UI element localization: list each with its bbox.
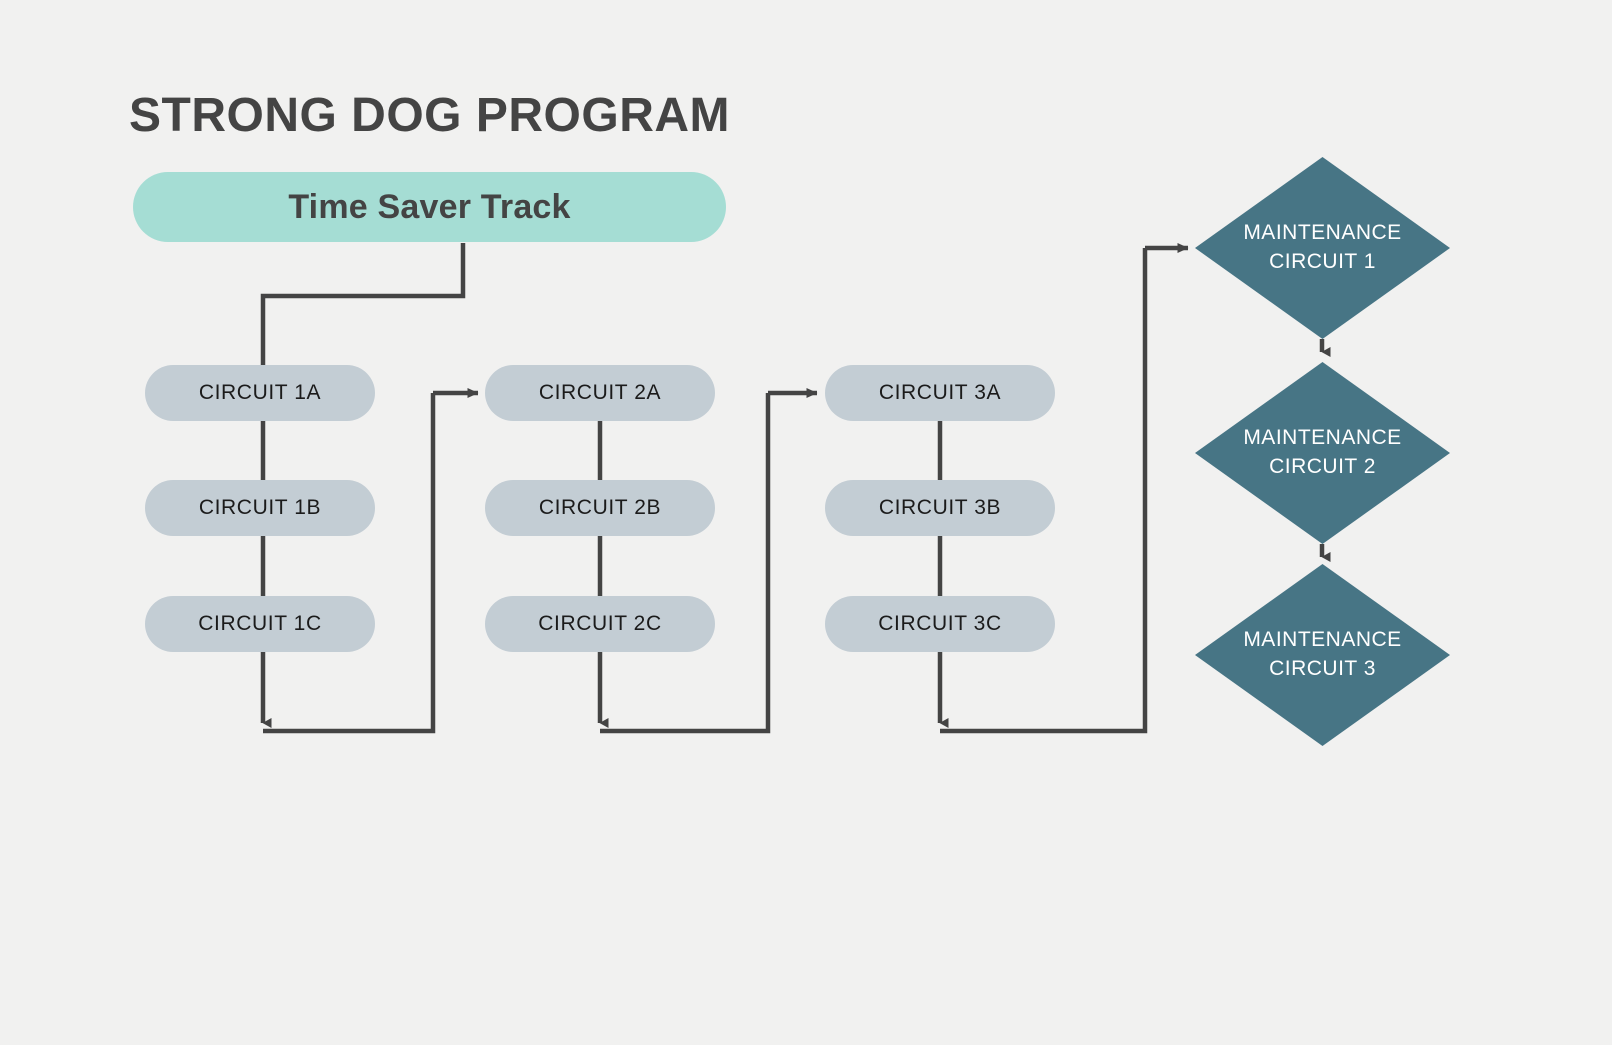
circuit-node-3c[interactable]: CIRCUIT 3C — [825, 596, 1055, 652]
circuit-node-2a[interactable]: CIRCUIT 2A — [485, 365, 715, 421]
maintenance-label-line2: CIRCUIT 1 — [1269, 250, 1376, 273]
connector-col2-to-col3-riser — [600, 393, 771, 734]
circuit-node-label: CIRCUIT 2A — [538, 381, 662, 404]
circuit-node-label: CIRCUIT 1C — [198, 612, 322, 635]
time-saver-track-label: Time Saver Track — [288, 187, 571, 226]
circuit-node-1b[interactable]: CIRCUIT 1B — [145, 480, 375, 536]
maintenance-label-line2: CIRCUIT 2 — [1269, 455, 1376, 478]
circuit-node-3a[interactable]: CIRCUIT 3A — [825, 365, 1055, 421]
circuit-node-label: CIRCUIT 2B — [538, 496, 662, 519]
time-saver-track-pill[interactable]: Time Saver Track — [133, 172, 726, 242]
circuit-node-1c[interactable]: CIRCUIT 1C — [145, 596, 375, 652]
circuit-node-label: CIRCUIT 3C — [878, 612, 1002, 635]
maintenance-diamond-1-label: MAINTENANCE CIRCUIT 1 — [1195, 157, 1450, 339]
circuit-node-label: CIRCUIT 3A — [878, 381, 1002, 404]
maintenance-diamond-1[interactable]: MAINTENANCE CIRCUIT 1 — [1195, 157, 1450, 339]
circuit-node-label: CIRCUIT 3B — [878, 496, 1002, 519]
circuit-node-label: CIRCUIT 2C — [538, 612, 662, 635]
page-title: STRONG DOG PROGRAM — [129, 89, 731, 142]
circuit-node-label: CIRCUIT 1A — [198, 381, 322, 404]
maintenance-label-line2: CIRCUIT 3 — [1269, 657, 1376, 680]
circuit-node-label: CIRCUIT 1B — [198, 496, 322, 519]
circuit-node-1a[interactable]: CIRCUIT 1A — [145, 365, 375, 421]
maintenance-label-line1: MAINTENANCE — [1243, 221, 1402, 245]
connector-track-to-column1 — [260, 243, 466, 365]
connector-col1-to-col2-riser — [263, 393, 436, 734]
maintenance-diamond-3[interactable]: MAINTENANCE CIRCUIT 3 — [1195, 564, 1450, 746]
maintenance-diamond-2[interactable]: MAINTENANCE CIRCUIT 2 — [1195, 362, 1450, 544]
diagram-canvas: STRONG DOG PROGRAM Time Saver Track CIRC… — [0, 0, 1612, 1045]
circuit-node-2c[interactable]: CIRCUIT 2C — [485, 596, 715, 652]
circuit-node-3b[interactable]: CIRCUIT 3B — [825, 480, 1055, 536]
maintenance-label-line1: MAINTENANCE — [1243, 628, 1402, 652]
maintenance-label-line1: MAINTENANCE — [1243, 426, 1402, 450]
circuit-node-2b[interactable]: CIRCUIT 2B — [485, 480, 715, 536]
maintenance-diamond-2-label: MAINTENANCE CIRCUIT 2 — [1195, 362, 1450, 544]
maintenance-diamond-3-label: MAINTENANCE CIRCUIT 3 — [1195, 564, 1450, 746]
